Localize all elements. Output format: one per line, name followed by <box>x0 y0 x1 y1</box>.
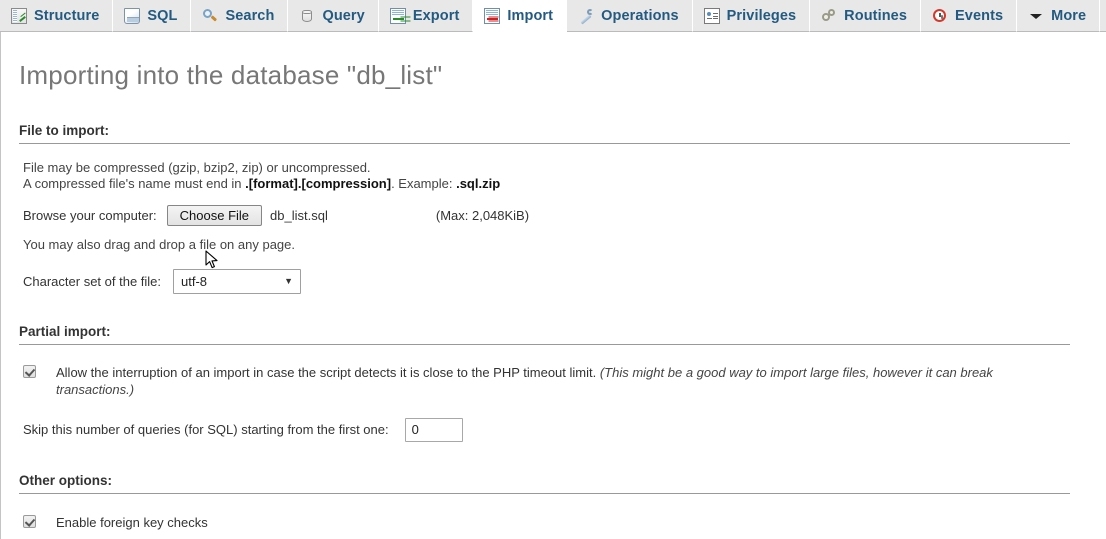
allow-interrupt-row: Allow the interruption of an import in c… <box>23 364 1016 398</box>
tab-sql[interactable]: SQL <box>113 0 192 32</box>
compression-note-line-2: A compressed file's name must end in .[f… <box>23 176 1106 192</box>
tab-search-label: Search <box>225 7 275 24</box>
foreign-key-label: Enable foreign key checks <box>56 514 208 530</box>
tab-privileges[interactable]: Privileges <box>692 0 811 32</box>
tab-structure-label: Structure <box>34 7 100 24</box>
gears-icon <box>821 8 837 24</box>
foreign-key-checkbox[interactable] <box>23 514 36 528</box>
selected-file-name: db_list.sql <box>270 208 328 223</box>
wrench-icon <box>578 8 594 24</box>
foreign-key-row: Enable foreign key checks <box>23 514 1106 531</box>
allow-interrupt-text: Allow the interruption of an import in c… <box>56 364 600 380</box>
tab-more-label: More <box>1051 7 1087 24</box>
tab-routines-label: Routines <box>844 7 908 24</box>
export-icon <box>389 7 406 24</box>
tab-bar-filler <box>1100 0 1106 32</box>
tab-routines[interactable]: Routines <box>810 0 922 32</box>
id-card-icon <box>703 7 720 24</box>
import-icon <box>484 7 501 24</box>
partial-import-heading: Partial import: <box>19 324 1070 345</box>
chevron-down-icon <box>1028 8 1044 24</box>
tab-query[interactable]: Query <box>288 0 379 32</box>
page-title: Importing into the database "db_list" <box>19 60 443 90</box>
tab-import[interactable]: Import <box>473 0 568 32</box>
charset-row: Character set of the file: utf-8 ▼ <box>23 268 1106 294</box>
skip-queries-input[interactable] <box>404 417 463 442</box>
max-upload-size: (Max: 2,048KiB) <box>435 208 530 223</box>
drag-drop-note: You may also drag and drop a file on any… <box>23 237 295 252</box>
query-database-icon <box>299 8 315 24</box>
tab-operations-label: Operations <box>601 7 679 24</box>
note-example-token: .sql.zip <box>456 175 501 191</box>
other-options-heading: Other options: <box>19 473 1070 494</box>
compression-note-line-1: File may be compressed (gzip, bzip2, zip… <box>23 160 371 175</box>
tab-privileges-label: Privileges <box>726 7 797 24</box>
tab-events[interactable]: Events <box>921 0 1018 32</box>
tab-export-label: Export <box>412 7 460 24</box>
charset-label: Character set of the file: <box>23 273 162 289</box>
sql-icon <box>124 7 141 24</box>
browse-label: Browse your computer: <box>23 208 157 223</box>
allow-interrupt-label: Allow the interruption of an import in c… <box>56 364 1016 398</box>
chevron-down-icon: ▼ <box>284 275 294 286</box>
note-prefix: A compressed file's name must end in <box>23 175 246 191</box>
tab-structure[interactable]: Structure <box>0 0 114 32</box>
tab-export[interactable]: Export <box>378 0 474 32</box>
search-icon <box>202 8 218 24</box>
structure-icon <box>11 7 27 24</box>
browse-row: Browse your computer: Choose File db_lis… <box>23 205 1106 226</box>
file-to-import-heading: File to import: <box>19 123 1070 144</box>
note-middle: . Example: <box>391 175 457 191</box>
tab-search[interactable]: Search <box>191 0 289 32</box>
allow-interrupt-checkbox[interactable] <box>23 364 36 378</box>
tab-operations[interactable]: Operations <box>567 0 693 32</box>
tab-events-label: Events <box>955 7 1004 24</box>
clock-icon <box>932 8 948 24</box>
main-tab-bar: Structure SQL Search Query Export Import… <box>0 0 1106 32</box>
tab-import-label: Import <box>507 7 554 24</box>
note-format-token: .[format].[compression] <box>245 175 392 191</box>
tab-query-label: Query <box>322 7 365 24</box>
skip-queries-label: Skip this number of queries (for SQL) st… <box>23 422 389 437</box>
tab-sql-label: SQL <box>147 7 178 24</box>
skip-queries-row: Skip this number of queries (for SQL) st… <box>23 417 1106 442</box>
tab-more[interactable]: More <box>1017 0 1101 32</box>
import-page: Importing into the database "db_list" Fi… <box>0 32 1106 539</box>
choose-file-button[interactable]: Choose File <box>166 205 263 226</box>
charset-select[interactable]: utf-8 ▼ <box>173 268 302 294</box>
charset-selected-value: utf-8 <box>181 273 208 289</box>
